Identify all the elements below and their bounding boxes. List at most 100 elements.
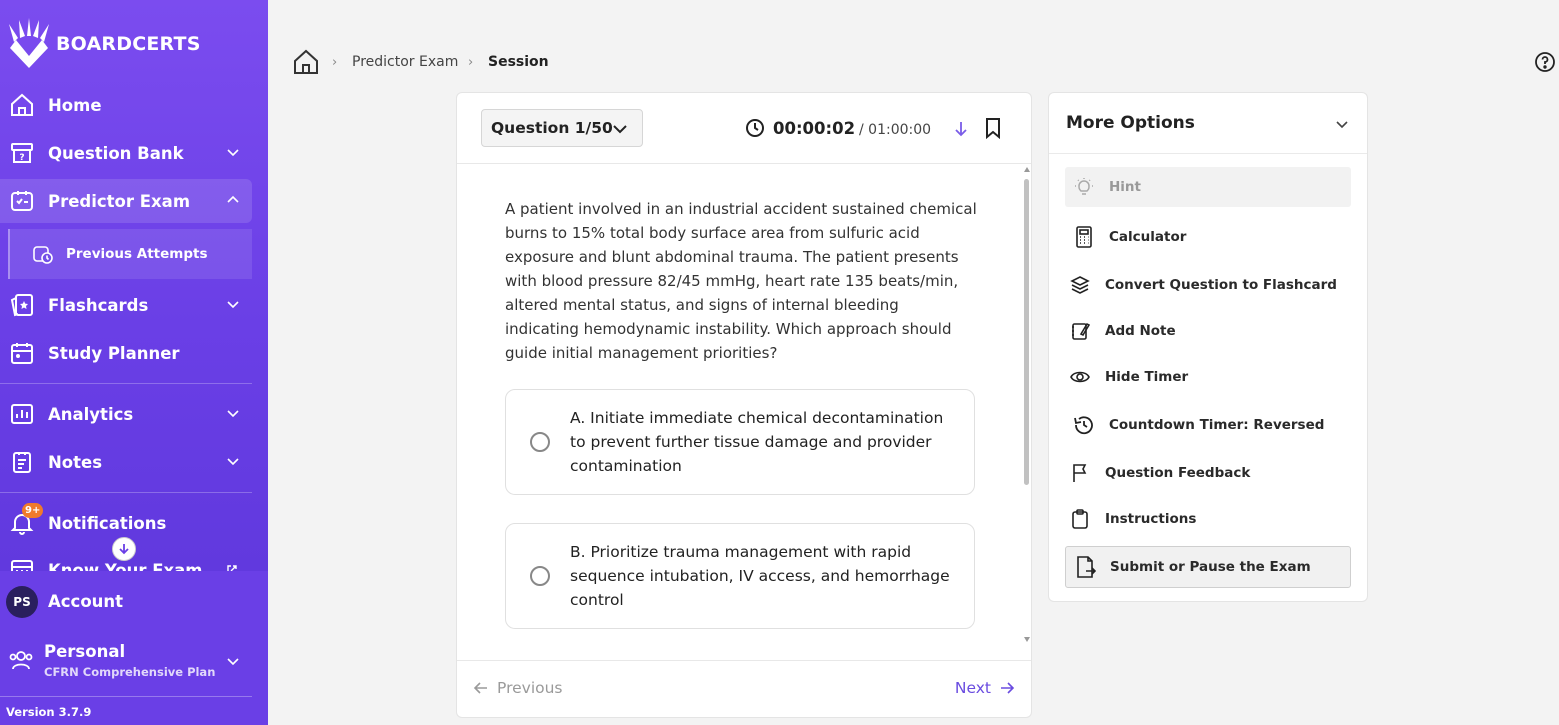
history-icon (1073, 414, 1095, 436)
predictor-exam-icon (8, 187, 36, 215)
option-label: Convert Question to Flashcard (1105, 277, 1337, 293)
flag-icon (1069, 462, 1091, 484)
home-icon (8, 91, 36, 119)
more-options-title: More Options (1066, 113, 1195, 133)
calculator-option[interactable]: Calculator (1065, 217, 1351, 257)
question-card: Question 1/50 00:00:02 / 01:00:00 A pati… (456, 92, 1032, 718)
arrow-down-icon (119, 544, 129, 555)
sidebar-item-label: Predictor Exam (48, 191, 191, 211)
sidebar-item-label: Flashcards (48, 295, 149, 315)
sidebar-item-label: Notes (48, 452, 103, 472)
countdown-timer-option[interactable]: Countdown Timer: Reversed (1065, 405, 1351, 445)
arrow-left-icon (473, 682, 487, 694)
submit-or-pause-button[interactable]: Submit or Pause the Exam (1065, 546, 1351, 588)
notes-icon (8, 448, 36, 476)
sidebar-subitem-label: Previous Attempts (66, 246, 208, 262)
file-export-icon (1074, 556, 1096, 578)
previous-button[interactable]: Previous (473, 679, 563, 697)
users-icon (9, 651, 33, 670)
chevron-down-icon[interactable] (226, 654, 240, 668)
calculator-icon (1073, 226, 1095, 248)
sidebar-subitem-previous-attempts[interactable]: Previous Attempts (8, 229, 252, 279)
help-icon[interactable] (1534, 51, 1556, 73)
timer-total: / 01:00:00 (859, 122, 932, 138)
question-bank-icon: ? (8, 139, 36, 167)
more-options-panel: More Options Hint Calculator Convert Que… (1048, 92, 1368, 602)
eye-icon (1069, 366, 1091, 388)
sidebar-item-study-planner[interactable]: Study Planner (0, 331, 252, 375)
sidebar-item-label: Analytics (48, 404, 134, 424)
know-exam-icon (8, 556, 36, 572)
scroll-down-arrow-icon[interactable] (1024, 637, 1030, 642)
sidebar-item-analytics[interactable]: Analytics (0, 392, 252, 436)
panel-divider (1049, 153, 1367, 154)
option-label: Hint (1109, 179, 1141, 195)
plan-name[interactable]: Personal (44, 642, 125, 661)
svg-text:?: ? (19, 153, 24, 163)
hide-timer-option[interactable]: Hide Timer (1065, 357, 1351, 397)
account-link[interactable]: Account (48, 592, 123, 611)
add-note-option[interactable]: Add Note (1065, 311, 1351, 351)
arrow-down-icon[interactable] (953, 119, 969, 139)
next-label: Next (954, 679, 991, 697)
sidebar-bottom-panel (0, 571, 268, 725)
scroll-up-arrow-icon[interactable] (1024, 167, 1030, 172)
question-header: Question 1/50 00:00:02 / 01:00:00 (457, 93, 1031, 164)
next-button[interactable]: Next (955, 679, 1015, 697)
chevron-down-icon (227, 301, 239, 309)
notification-badge: 9+ (22, 503, 44, 518)
clock-icon (746, 119, 764, 137)
lightbulb-icon (1073, 176, 1095, 198)
sidebar-item-label: Study Planner (48, 343, 180, 363)
answer-option-text: A. Initiate immediate chemical decontami… (570, 409, 944, 475)
hint-option[interactable]: Hint (1065, 167, 1351, 207)
previous-attempts-icon (32, 243, 54, 265)
instructions-option[interactable]: Instructions (1065, 499, 1351, 539)
clipboard-icon (1069, 508, 1091, 530)
sidebar-item-predictor-exam[interactable]: Predictor Exam (0, 179, 252, 223)
question-selector[interactable]: Question 1/50 (481, 109, 643, 147)
breadcrumb-home-icon[interactable] (292, 48, 320, 76)
question-selector-label: Question 1/50 (491, 119, 613, 137)
brand-logo[interactable]: BOARDCERTS (6, 18, 201, 70)
question-feedback-option[interactable]: Question Feedback (1065, 453, 1351, 493)
answer-option-b[interactable]: B. Prioritize trauma management with rap… (505, 523, 975, 629)
chevron-down-icon (613, 125, 627, 134)
sidebar-item-flashcards[interactable]: Flashcards (0, 283, 252, 327)
option-label: Instructions (1105, 511, 1197, 527)
answer-option-a[interactable]: A. Initiate immediate chemical decontami… (505, 389, 975, 495)
breadcrumb-separator: › (332, 55, 338, 70)
calendar-icon (8, 339, 36, 367)
breadcrumb-session: Session (488, 54, 549, 70)
sidebar-divider (0, 696, 252, 697)
question-scrollbar[interactable] (1023, 165, 1031, 645)
note-edit-icon (1069, 320, 1091, 342)
sidebar-item-label: Home (48, 95, 102, 115)
chevron-down-icon (227, 410, 239, 418)
radio-button[interactable] (530, 432, 550, 452)
convert-to-flashcard-option[interactable]: Convert Question to Flashcard (1065, 265, 1351, 305)
previous-label: Previous (497, 679, 563, 697)
option-label: Calculator (1109, 229, 1187, 245)
arrow-right-icon (1001, 682, 1015, 694)
sidebar-item-question-bank[interactable]: ? Question Bank (0, 131, 252, 175)
chevron-down-icon (227, 458, 239, 466)
chevron-down-icon[interactable] (1335, 117, 1349, 131)
avatar[interactable]: PS (6, 586, 38, 618)
scrollbar-thumb[interactable] (1024, 179, 1029, 485)
sidebar-item-home[interactable]: Home (0, 83, 252, 127)
brand-name: BOARDCERTS (56, 33, 201, 55)
flashcards-icon (8, 291, 36, 319)
timer-elapsed: 00:00:02 (773, 119, 856, 138)
sidebar-divider (0, 383, 252, 384)
breadcrumb-predictor-exam[interactable]: Predictor Exam (352, 54, 458, 70)
sidebar-item-notes[interactable]: Notes (0, 440, 252, 484)
sidebar-divider (0, 492, 252, 493)
scroll-down-button[interactable] (112, 537, 136, 561)
question-footer: Previous Next (457, 660, 1031, 718)
sidebar-item-label: Question Bank (48, 143, 184, 163)
bookmark-icon[interactable] (983, 117, 1003, 139)
answer-option-text: B. Prioritize trauma management with rap… (570, 543, 950, 609)
breadcrumb-separator: › (468, 55, 474, 70)
radio-button[interactable] (530, 566, 550, 586)
